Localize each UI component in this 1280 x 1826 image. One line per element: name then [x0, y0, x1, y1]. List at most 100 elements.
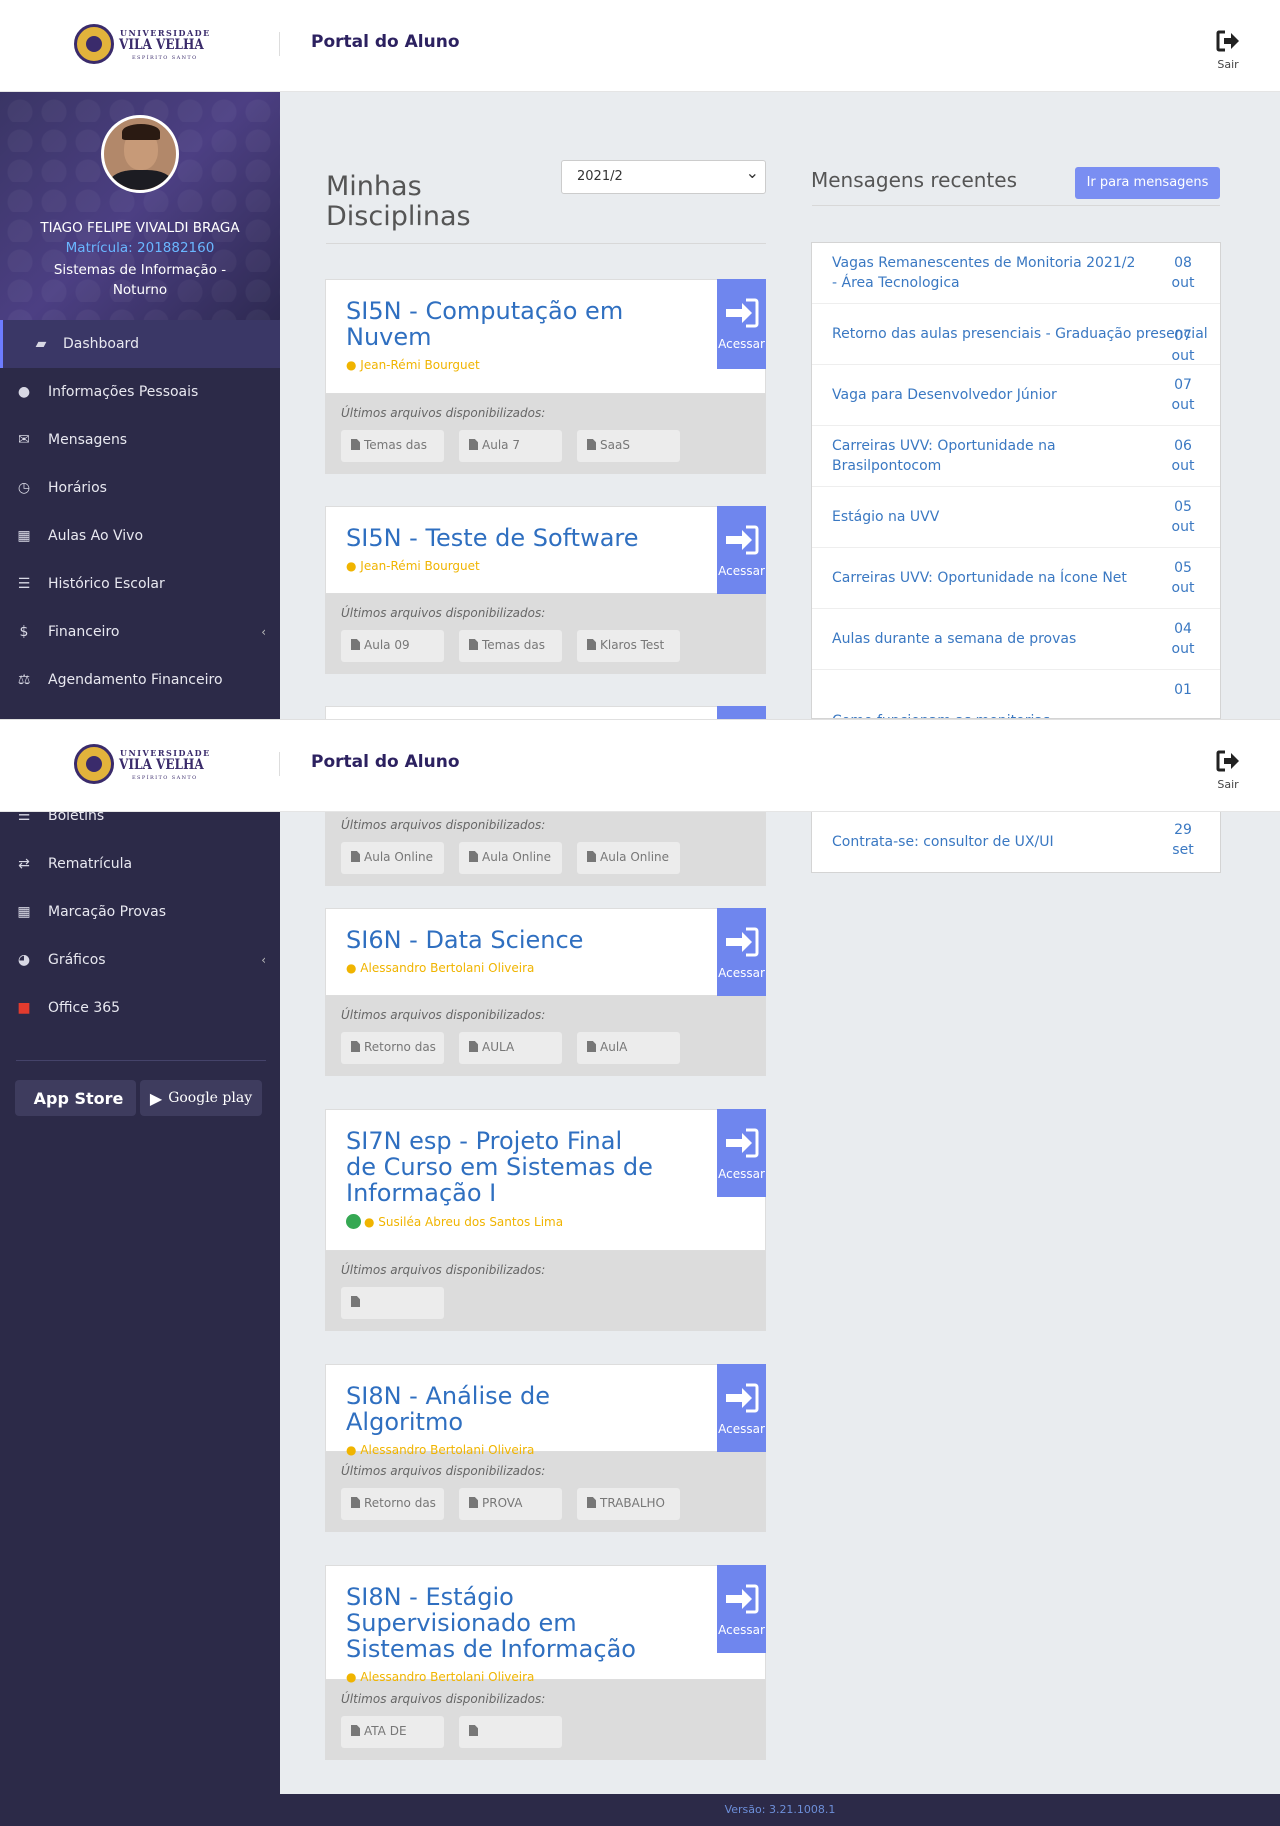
header-divider: [279, 752, 280, 776]
message-item[interactable]: Carreiras UVV: Oportunidade na Ícone Net…: [812, 548, 1220, 609]
book-icon: ▰: [35, 336, 47, 352]
nav-marcacao-provas[interactable]: ▦ Marcação Provas: [0, 888, 280, 936]
messages-divider: [812, 205, 1220, 206]
nav-bottom: ☰ Boletins ⇄ Rematrícula ▦ Marcação Provas …: [0, 792, 280, 1032]
file-icon: [351, 1497, 360, 1508]
course-card: SI5N - Computação em Nuvem ● Jean-Rémi B…: [325, 279, 766, 474]
user-icon: ●: [346, 1443, 361, 1457]
file-chip[interactable]: Aula Online: [577, 842, 680, 874]
access-button[interactable]: Acessar: [717, 1565, 766, 1653]
access-button[interactable]: Acessar: [717, 908, 766, 996]
file-chip[interactable]: Aula Online: [459, 842, 562, 874]
file-chip[interactable]: SaaS: [577, 430, 680, 462]
nav-office-365[interactable]: ■ Office 365: [0, 984, 280, 1032]
nav-rematricula[interactable]: ⇄ Rematrícula: [0, 840, 280, 888]
logout-button[interactable]: Sair: [1210, 750, 1246, 791]
envelope-icon: ✉: [18, 432, 30, 448]
file-chip[interactable]: AulA: [577, 1032, 680, 1064]
file-chip[interactable]: Retorno das: [341, 1488, 444, 1520]
access-button[interactable]: Acessar: [717, 1109, 766, 1197]
course-card: SI6N - Data Science ● Alessandro Bertola…: [325, 908, 766, 1076]
period-select[interactable]: 2021/2: [561, 157, 766, 194]
title-divider: [326, 243, 766, 244]
file-chip[interactable]: [341, 1287, 444, 1319]
globe-icon: [346, 1214, 361, 1229]
course-professor: ● Susiléa Abreu dos Santos Lima: [326, 1206, 765, 1236]
go-to-messages-button[interactable]: Ir para mensagens: [1075, 167, 1220, 199]
file-icon: [469, 1041, 478, 1052]
access-button[interactable]: Acessar: [717, 279, 766, 369]
nav-horarios[interactable]: ◷ Horários: [0, 464, 280, 512]
file-chip[interactable]: Aula 09: [341, 630, 444, 662]
nav-aulas-ao-vivo[interactable]: ▦ Aulas Ao Vivo: [0, 512, 280, 560]
file-chip[interactable]: Klaros Test: [577, 630, 680, 662]
file-chip[interactable]: Temas das: [459, 630, 562, 662]
file-chip[interactable]: [459, 1716, 562, 1748]
file-chip[interactable]: Temas das: [341, 430, 444, 462]
uvv-logo[interactable]: UNIVERSIDADE VILA VELHA ESPÍRITO SANTO: [74, 744, 209, 784]
avatar: [101, 115, 179, 193]
sign-in-icon: [725, 1128, 758, 1158]
dollar-icon: $: [19, 624, 29, 640]
sign-in-icon: [725, 1383, 758, 1413]
course-professor: ● Jean-Rémi Bourguet: [346, 358, 480, 372]
course-title: SI5N - Computação em Nuvem: [346, 297, 624, 351]
course-card: SI5N - Teste de Software ● Jean-Rémi Bou…: [325, 506, 766, 674]
message-item[interactable]: Aulas durante a semana de provas 04 out: [812, 609, 1220, 670]
logout-button[interactable]: Sair: [1210, 30, 1246, 71]
file-icon: [469, 639, 478, 650]
course-card: SI7N esp - Projeto Final de Curso em Sis…: [325, 1109, 766, 1331]
files-label: Últimos arquivos disponibilizados:: [341, 1008, 546, 1022]
file-chip[interactable]: TRABALHO: [577, 1488, 680, 1520]
file-chip[interactable]: Retorno das: [341, 1032, 444, 1064]
course-title: SI5N - Teste de Software: [346, 524, 639, 552]
google-play-button[interactable]: ▶ Google play: [140, 1080, 262, 1116]
course-professor: ● Alessandro Bertolani Oliveira: [346, 961, 535, 975]
app-store-button[interactable]: App Store: [15, 1080, 136, 1116]
file-chip[interactable]: AULA: [459, 1032, 562, 1064]
file-chip[interactable]: PROVA: [459, 1488, 562, 1520]
file-chip[interactable]: Aula 7: [459, 430, 562, 462]
file-icon: [469, 1497, 478, 1508]
user-icon: ●: [346, 961, 361, 975]
sidebar-divider: [16, 1060, 266, 1061]
nav-historico-escolar[interactable]: ☰ Histórico Escolar: [0, 560, 280, 608]
sign-out-icon: [1216, 30, 1239, 52]
file-icon: [351, 851, 360, 862]
file-icon: [469, 439, 478, 450]
files-label: Últimos arquivos disponibilizados:: [341, 406, 546, 420]
sign-in-icon: [725, 298, 758, 328]
message-item[interactable]: Vaga para Desenvolvedor Júnior 07 out: [812, 365, 1220, 426]
file-chip[interactable]: Aula Online: [341, 842, 444, 874]
access-button[interactable]: Acessar: [717, 1364, 766, 1452]
sign-out-icon: [1216, 750, 1239, 772]
page-title: Minhas Disciplinas: [326, 171, 471, 232]
course-title: SI8N - Análise de Algoritmo: [346, 1382, 551, 1436]
message-item[interactable]: Estágio na UVV 05 out: [812, 487, 1220, 548]
message-item[interactable]: Como funcionam as monitorias01: [812, 670, 1220, 718]
nav-agendamento-financeiro[interactable]: ⚖ Agendamento Financeiro: [0, 656, 280, 704]
nav-financeiro[interactable]: $ Financeiro ‹: [0, 608, 280, 656]
file-icon: [351, 639, 360, 650]
calendar-icon: ▦: [17, 528, 31, 544]
files-label: Últimos arquivos disponibilizados:: [341, 1263, 546, 1277]
nav-graficos[interactable]: ◕ Gráficos ‹: [0, 936, 280, 984]
nav-mensagens[interactable]: ✉ Mensagens: [0, 416, 280, 464]
message-item[interactable]: Carreiras UVV: Oportunidade na Brasilpon…: [812, 426, 1220, 487]
course-professor: ● Alessandro Bertolani Oliveira: [346, 1670, 535, 1684]
uvv-logo[interactable]: UNIVERSIDADE VILA VELHA ESPÍRITO SANTO: [74, 24, 209, 64]
nav-dashboard[interactable]: ▰ Dashboard: [0, 320, 280, 368]
course-title: SI7N esp - Projeto Final de Curso em Sis…: [346, 1127, 653, 1207]
retweet-icon: ⇄: [18, 856, 30, 872]
course-professor: ● Alessandro Bertolani Oliveira: [346, 1443, 535, 1457]
sign-in-icon: [725, 525, 758, 555]
file-icon: [351, 1296, 360, 1307]
message-item[interactable]: Vagas Remanescentes de Monitoria 2021/2 …: [812, 243, 1220, 304]
file-chip[interactable]: ATA DE: [341, 1716, 444, 1748]
portal-title: Portal do Aluno: [311, 32, 460, 52]
chevron-left-icon: ‹: [261, 625, 266, 639]
access-button[interactable]: Acessar: [717, 506, 766, 594]
message-item[interactable]: Retorno das aulas presenciais - Graduaçã…: [812, 304, 1220, 365]
files-label: Últimos arquivos disponibilizados:: [341, 1464, 546, 1478]
nav-informacoes-pessoais[interactable]: ● Informações Pessoais: [0, 368, 280, 416]
